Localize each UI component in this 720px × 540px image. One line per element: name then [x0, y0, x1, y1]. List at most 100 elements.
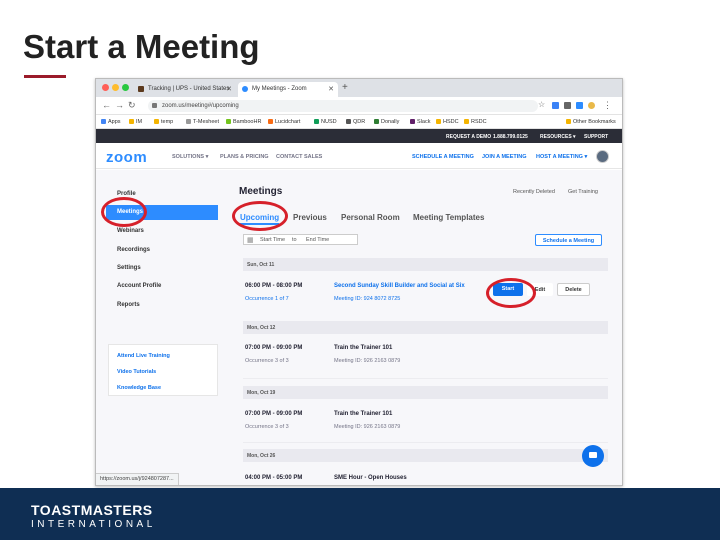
toastmasters-subtitle: INTERNATIONAL [31, 519, 156, 530]
meetings-panel: Meetings Recently Deleted Get Training U… [233, 170, 616, 485]
new-tab-icon[interactable]: + [342, 82, 348, 93]
extension-icon[interactable] [576, 102, 583, 109]
resources-menu[interactable]: RESOURCES ▾ [540, 134, 576, 140]
url-text: zoom.us/meeting#/upcoming [162, 103, 239, 109]
start-time-input[interactable]: Start Time [260, 237, 285, 243]
profile-icon[interactable] [588, 102, 595, 109]
browser-tab-ups[interactable]: Tracking | UPS - United States ✕ [134, 82, 236, 97]
host-meeting-menu[interactable]: HOST A MEETING ▾ [536, 154, 587, 160]
meeting-time: 07:00 PM - 09:00 PM [245, 345, 303, 351]
zoom-logo[interactable]: zoom [106, 149, 147, 166]
bookmark-item[interactable]: QDR [346, 119, 365, 125]
tab-label: Tracking | UPS - United States [148, 86, 230, 92]
close-window-icon[interactable] [102, 84, 109, 91]
sidebar-item-meetings[interactable]: Meetings [106, 205, 218, 220]
phone-link[interactable]: 1.888.799.0125 [493, 134, 528, 140]
extension-icon[interactable] [564, 102, 571, 109]
forward-icon[interactable]: → [115, 100, 124, 110]
ups-icon [138, 86, 144, 92]
tab-personal-room[interactable]: Personal Room [341, 213, 400, 222]
recently-deleted-link[interactable]: Recently Deleted [513, 189, 555, 195]
edit-button[interactable]: Edit [527, 283, 553, 296]
day-header: Mon, Oct 19 [243, 386, 608, 399]
sidebar-item-profile[interactable]: Profile [106, 187, 218, 202]
day-header: Sun, Oct 11 [243, 258, 608, 271]
tab-upcoming[interactable]: Upcoming [240, 213, 280, 225]
meeting-title-link[interactable]: Train the Trainer 101 [334, 411, 392, 417]
back-icon[interactable]: ← [102, 100, 111, 110]
divider [243, 442, 608, 443]
bookmarks-bar: Apps IM temp T-Mesheet BambooHR Lucidcha… [96, 115, 622, 129]
bookmark-item[interactable]: BambooHR [226, 119, 261, 125]
help-links-box: Attend Live Training Video Tutorials Kno… [108, 344, 218, 396]
meeting-time: 07:00 PM - 09:00 PM [245, 411, 303, 417]
title-underline [24, 75, 66, 78]
sidebar-item-webinars[interactable]: Webinars [106, 224, 218, 239]
browser-menu-icon[interactable]: ⋮ [603, 100, 612, 111]
bookmark-item[interactable]: NUSD [314, 119, 337, 125]
minimize-window-icon[interactable] [112, 84, 119, 91]
meeting-title-link[interactable]: Train the Trainer 101 [334, 345, 392, 351]
bookmark-star-icon[interactable]: ☆ [538, 100, 545, 109]
sidebar-item-settings[interactable]: Settings [106, 261, 218, 276]
toastmasters-logo: TOASTMASTERS [31, 502, 153, 518]
attend-live-training-link[interactable]: Attend Live Training [117, 353, 170, 359]
other-bookmarks[interactable]: Other Bookmarks [566, 119, 616, 125]
video-tutorials-link[interactable]: Video Tutorials [117, 369, 156, 375]
meeting-occurrence[interactable]: Occurrence 1 of 7 [245, 296, 289, 302]
url-input[interactable]: zoom.us/meeting#/upcoming [148, 100, 538, 112]
day-header: Mon, Oct 26 [243, 449, 608, 462]
bookmark-item[interactable]: temp [154, 119, 173, 125]
meeting-id: Meeting ID: 924 8072 8725 [334, 296, 401, 302]
meeting-title-link[interactable]: SME Hour - Open Houses [334, 475, 407, 481]
sidebar-item-recordings[interactable]: Recordings [106, 243, 218, 258]
to-label: to [292, 237, 297, 243]
bookmark-item[interactable]: T-Mesheet [186, 119, 219, 125]
request-demo-link[interactable]: REQUEST A DEMO [446, 134, 491, 140]
bookmark-item[interactable]: Lucidchart [268, 119, 300, 125]
meeting-title-link[interactable]: Second Sunday Skill Builder and Social a… [334, 283, 465, 289]
start-button[interactable]: Start [493, 283, 523, 296]
close-tab-icon[interactable]: ✕ [226, 85, 232, 93]
chat-icon[interactable] [582, 445, 604, 467]
get-training-link[interactable]: Get Training [568, 189, 598, 195]
sidebar-item-reports[interactable]: Reports [106, 298, 218, 313]
tab-meeting-templates[interactable]: Meeting Templates [413, 213, 484, 222]
close-tab-icon[interactable]: ✕ [328, 85, 334, 93]
bookmark-item[interactable]: Donally [374, 119, 399, 125]
knowledge-base-link[interactable]: Knowledge Base [117, 385, 161, 391]
plans-pricing-link[interactable]: PLANS & PRICING [220, 154, 269, 160]
browser-window: Tracking | UPS - United States ✕ My Meet… [95, 78, 623, 486]
avatar[interactable] [596, 150, 609, 163]
sidebar-item-account-profile[interactable]: Account Profile [106, 279, 218, 294]
bookmark-item[interactable]: Slack [410, 119, 430, 125]
extension-icon[interactable] [552, 102, 559, 109]
meeting-occurrence: Occurrence 3 of 3 [245, 358, 289, 364]
solutions-menu[interactable]: SOLUTIONS ▾ [172, 154, 208, 160]
maximize-window-icon[interactable] [122, 84, 129, 91]
browser-tab-zoom[interactable]: My Meetings - Zoom ✕ [238, 82, 338, 97]
bookmark-item[interactable]: Apps [101, 119, 121, 125]
end-time-input[interactable]: End Time [306, 237, 329, 243]
contact-sales-link[interactable]: CONTACT SALES [276, 154, 322, 160]
zoom-content: Profile Meetings Webinars Recordings Set… [96, 170, 622, 485]
support-link[interactable]: SUPPORT [584, 134, 608, 140]
zoom-nav: zoom SOLUTIONS ▾ PLANS & PRICING CONTACT… [96, 143, 622, 169]
lock-icon [152, 103, 157, 108]
page-title: Meetings [239, 186, 283, 197]
join-meeting-link[interactable]: JOIN A MEETING [482, 154, 527, 160]
address-bar: ← → ↻ zoom.us/meeting#/upcoming ☆ ⋮ [96, 97, 622, 115]
tab-label: My Meetings - Zoom [252, 86, 307, 92]
schedule-meeting-button[interactable]: Schedule a Meeting [535, 234, 602, 246]
bookmark-item[interactable]: IM [129, 119, 142, 125]
delete-button[interactable]: Delete [557, 283, 590, 296]
date-range-filter[interactable]: ▦ Start Time to End Time [243, 234, 358, 245]
meeting-id: Meeting ID: 926 2163 0879 [334, 358, 401, 364]
reload-icon[interactable]: ↻ [128, 100, 136, 111]
bookmark-item[interactable]: RSDC [464, 119, 487, 125]
tab-previous[interactable]: Previous [293, 213, 327, 222]
tab-strip: Tracking | UPS - United States ✕ My Meet… [96, 79, 622, 97]
bookmark-item[interactable]: HSDC [436, 119, 459, 125]
schedule-meeting-link[interactable]: SCHEDULE A MEETING [412, 154, 474, 160]
day-header: Mon, Oct 12 [243, 321, 608, 334]
